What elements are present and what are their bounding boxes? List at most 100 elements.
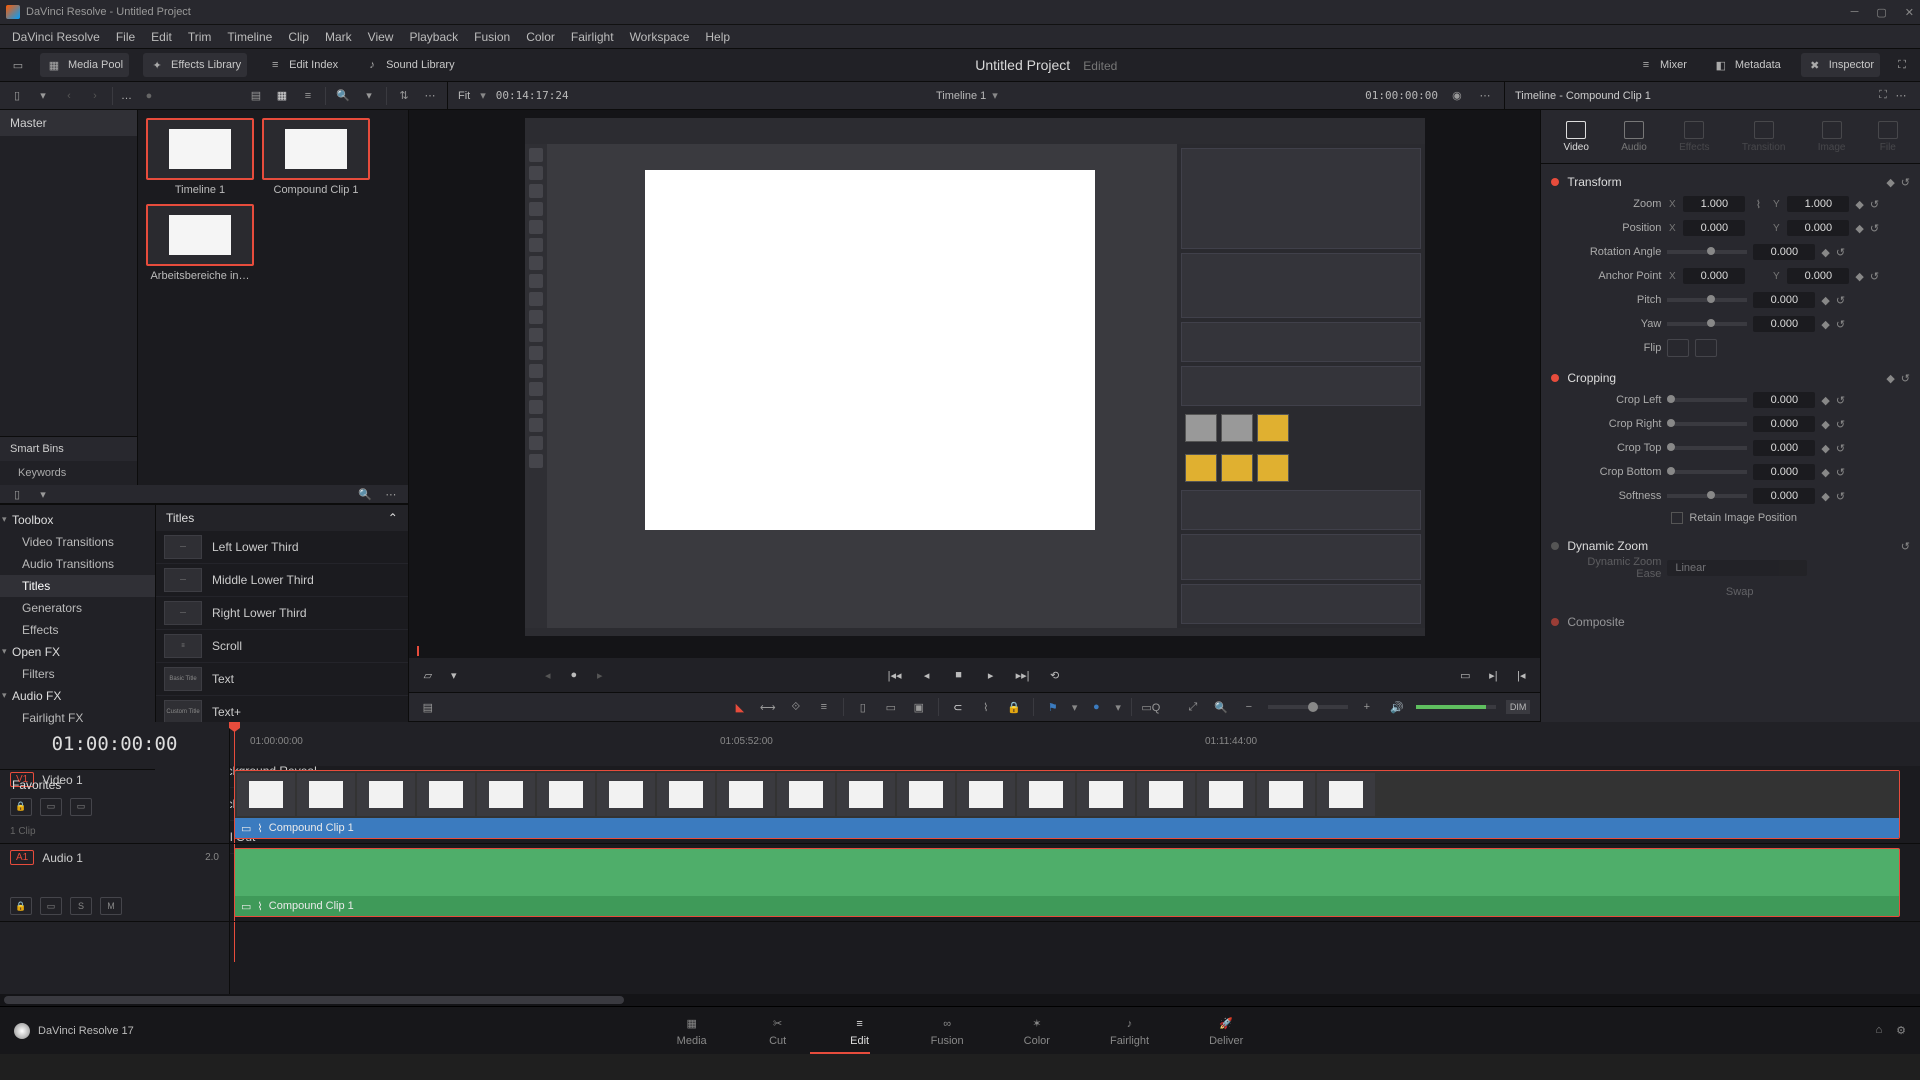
match-frame-icon[interactable]: ▭ [1456,666,1474,684]
fx-item[interactable]: —Left Lower Third [156,531,408,564]
transform-overlay-icon[interactable]: ▱ [419,666,437,684]
reset-icon[interactable]: ↺ [1836,442,1845,455]
clip-card[interactable]: Arbeitsbereiche in… [146,204,254,282]
zoom-x-field[interactable]: 1.000 [1683,196,1745,212]
smart-bins-header[interactable]: Smart Bins [0,436,137,461]
smart-bin-keywords[interactable]: Keywords [0,461,137,485]
fx-tree-openfx[interactable]: ▾Open FX [0,641,155,663]
menu-fusion[interactable]: Fusion [466,30,518,44]
clip-card[interactable]: Compound Clip 1 [262,118,370,196]
keyframe-icon[interactable]: ◆ [1855,198,1863,211]
viewer[interactable] [409,110,1541,644]
loop-icon[interactable]: ⟲ [1046,666,1064,684]
keyframe-icon[interactable]: ◆ [1886,176,1894,189]
keyframe-icon[interactable]: ◆ [1821,318,1829,331]
out-point-icon[interactable]: |◂ [1512,666,1530,684]
selection-tool-icon[interactable]: ◣ [731,698,749,716]
rotation-field[interactable]: 0.000 [1753,244,1815,260]
bypass-icon[interactable]: ◉ [1448,87,1466,105]
stop-icon[interactable]: ■ [950,666,968,684]
index-icon[interactable]: ▭Q [1142,698,1160,716]
bin-view-icon[interactable]: ▯ [8,87,26,105]
breadcrumb-dots[interactable]: … [121,90,132,102]
marker-icon[interactable]: ● [1087,698,1105,716]
replace-icon[interactable]: ▣ [910,698,928,716]
more-icon[interactable]: ⋯ [1476,87,1494,105]
section-dynamic-zoom[interactable]: Dynamic Zoom [1567,539,1892,553]
menu-timeline[interactable]: Timeline [219,30,280,44]
crop-right-field[interactable]: 0.000 [1753,416,1815,432]
menu-fairlight[interactable]: Fairlight [563,30,622,44]
close-icon[interactable]: ✕ [1905,6,1914,19]
volume-icon[interactable]: 🔊 [1388,698,1406,716]
menu-edit[interactable]: Edit [143,30,180,44]
maximize-icon[interactable]: ▢ [1876,6,1886,19]
chevron-down-icon[interactable]: ▾ [34,87,52,105]
video-clip[interactable]: ▭⌇Compound Clip 1 [234,770,1900,839]
volume-slider[interactable] [1416,705,1496,709]
reset-icon[interactable]: ↺ [1836,490,1845,503]
crop-bottom-slider[interactable] [1667,470,1747,474]
play-icon[interactable]: ▸ [982,666,1000,684]
crop-left-field[interactable]: 0.000 [1753,392,1815,408]
yaw-field[interactable]: 0.000 [1753,316,1815,332]
trim-tool-icon[interactable]: ⟷ [759,698,777,716]
audio-clip[interactable]: ▭⌇Compound Clip 1 [234,848,1900,917]
menu-workspace[interactable]: Workspace [622,30,698,44]
yaw-slider[interactable] [1667,322,1747,326]
fx-tree-audiofx[interactable]: ▾Audio FX [0,685,155,707]
section-cropping[interactable]: Cropping [1567,371,1878,385]
reset-icon[interactable]: ↺ [1836,318,1845,331]
lock-icon[interactable]: 🔒 [10,798,32,816]
inspector-button[interactable]: ✖Inspector [1801,53,1880,77]
inspector-tab-effects[interactable]: Effects [1679,121,1709,153]
menu-view[interactable]: View [360,30,402,44]
fx-tree-toolbox[interactable]: ▾Toolbox [0,509,155,531]
metadata-button[interactable]: ◧Metadata [1707,53,1787,77]
minimize-icon[interactable]: ─ [1851,6,1859,19]
keyframe-icon[interactable]: ◆ [1886,372,1894,385]
pos-x-field[interactable]: 0.000 [1683,220,1745,236]
auto-select-icon[interactable]: ▭ [40,798,62,816]
in-point-icon[interactable]: ▸| [1484,666,1502,684]
edit-index-button[interactable]: ≡Edit Index [261,53,344,77]
reset-icon[interactable]: ↺ [1870,222,1879,235]
solo-icon[interactable]: S [70,897,92,915]
snapping-icon[interactable]: ⊂ [949,698,967,716]
menu-color[interactable]: Color [518,30,563,44]
fx-tree-filters[interactable]: Filters [0,663,155,685]
fx-tree-audio-trans[interactable]: Audio Transitions [0,553,155,575]
thumb-grid-icon[interactable]: ▦ [273,87,291,105]
menu-file[interactable]: File [108,30,143,44]
disable-icon[interactable]: ▭ [70,798,92,816]
fx-item[interactable]: ≡Scroll [156,630,408,663]
next-edit-icon[interactable]: ▸ [591,666,609,684]
inspector-tab-file[interactable]: File [1878,121,1898,153]
chevron-down-icon[interactable]: ▾ [1115,701,1121,714]
menu-trim[interactable]: Trim [180,30,220,44]
timeline-timecode[interactable]: 01:00:00:00 [52,733,178,755]
fx-tree-generators[interactable]: Generators [0,597,155,619]
reset-icon[interactable]: ↺ [1836,246,1845,259]
retain-checkbox[interactable] [1671,512,1683,524]
search-icon[interactable]: 🔍 [334,87,352,105]
reset-icon[interactable]: ↺ [1836,394,1845,407]
reset-icon[interactable]: ↺ [1870,270,1879,283]
anchor-x-field[interactable]: 0.000 [1683,268,1745,284]
sound-library-button[interactable]: ♪Sound Library [358,53,461,77]
more-icon[interactable]: ⋯ [421,87,439,105]
inspector-tab-video[interactable]: Video [1564,121,1589,153]
timeline-scrollbar[interactable] [0,994,1920,1006]
chevron-down-icon[interactable]: ▾ [360,87,378,105]
mixer-button[interactable]: ≡Mixer [1632,53,1693,77]
timeline-view-options-icon[interactable]: ▤ [419,698,437,716]
reset-icon[interactable]: ↺ [1901,176,1910,189]
menu-mark[interactable]: Mark [317,30,360,44]
media-pool-button[interactable]: ▦Media Pool [40,53,129,77]
chevron-down-icon[interactable]: ▾ [480,89,486,102]
expand-icon[interactable]: ⛶ [1874,87,1892,105]
fx-item[interactable]: —Right Lower Third [156,597,408,630]
dim-button[interactable]: DIM [1506,700,1531,714]
layout-icon[interactable]: ▭ [10,57,26,73]
fx-item[interactable]: Basic TitleText [156,663,408,696]
